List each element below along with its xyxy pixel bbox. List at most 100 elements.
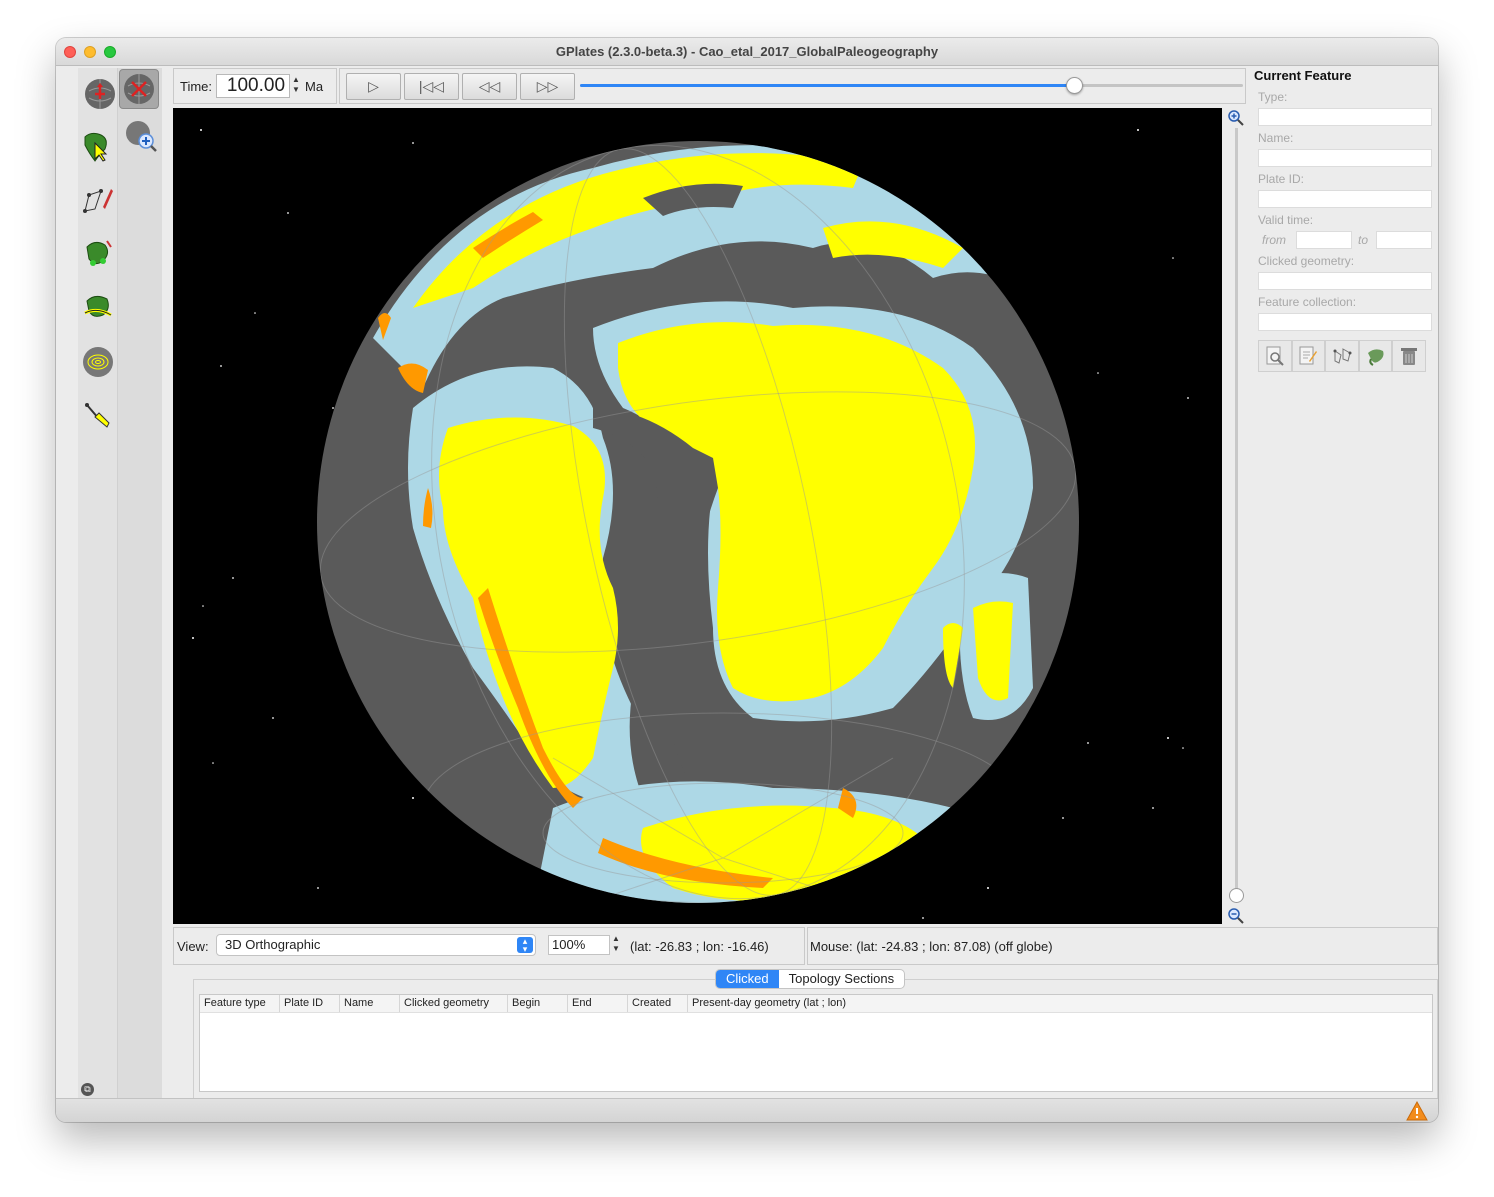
float-palette-icon[interactable]: ⧉ [81,1083,94,1096]
name-field[interactable] [1258,149,1432,167]
status-bar [56,1098,1438,1122]
valid-time-label: Valid time: [1258,213,1314,227]
time-spinner[interactable]: ▲ ▼ [292,75,302,97]
time-label: Time: [180,78,213,94]
choose-feature-tool[interactable] [80,122,116,170]
measure-distance-tool[interactable] [80,392,116,440]
column-begin[interactable]: Begin [508,995,568,1012]
reconstruction-icon [1367,349,1384,366]
play-button[interactable]: ▷ [346,73,401,100]
measure-distance-icon [85,403,110,428]
to-label: to [1358,233,1369,247]
build-topology-icon [84,295,112,317]
window-title: GPlates (2.3.0-beta.3) - Cao_etal_2017_G… [555,44,939,59]
edit-feature-button[interactable] [1291,340,1326,372]
query-feature-icon [1266,346,1284,366]
title-bar: GPlates (2.3.0-beta.3) - Cao_etal_2017_G… [56,38,1438,66]
panel-tabs: Clicked Topology Sections [715,969,906,989]
feature-actions [1258,340,1426,372]
column-present-day-geometry[interactable]: Present-day geometry (lat ; lon) [688,995,1432,1012]
feature-collection-field[interactable] [1258,313,1432,331]
digitise-geometry-icon [83,189,113,213]
small-circle-tool[interactable] [80,338,116,386]
reset-to-start-button[interactable]: |◁◁ [404,73,459,100]
feature-table-panel: Clicked Topology Sections Feature type P… [173,967,1438,1098]
column-name[interactable]: Name [340,995,400,1012]
zoom-percent-input[interactable]: 100% [548,935,610,955]
tool-palette-secondary: ⧉ ✕ [118,68,189,1098]
query-feature-button[interactable] [1258,340,1292,372]
mouse-position-bar: Mouse: (lat: -24.83 ; lon: 87.08) (off g… [807,927,1438,965]
clicked-geometry-label: Clicked geometry: [1258,254,1355,268]
camera-coordinates: (lat: -26.83 ; lon: -16.46) [630,939,769,954]
delete-feature-icon [1401,348,1418,365]
warning-icon[interactable] [1406,1101,1428,1121]
step-forward-icon: ▷▷ [536,78,559,94]
projection-value: 3D Orthographic [225,937,321,952]
view-label: View: [177,939,209,954]
plate-id-field[interactable] [1258,190,1432,208]
animation-controls: ▷ |◁◁ ◁◁ ▷▷ [339,68,1246,104]
view-bar: View: 3D Orthographic ▴ ▾ 100% ▲ ▼ (lat: -… [173,927,805,965]
tab-topology-sections[interactable]: Topology Sections [779,970,905,988]
zoom-globe-tool[interactable] [121,116,161,156]
valid-time-from-field[interactable] [1296,231,1352,249]
clicked-geometry-field[interactable] [1258,272,1432,290]
time-unit: Ma [305,78,324,94]
column-created[interactable]: Created [628,995,688,1012]
time-input[interactable]: 100.00 [216,74,291,98]
step-back-button[interactable]: ◁◁ [462,73,517,100]
drag-globe-tool[interactable] [80,74,120,114]
zoom-slider[interactable] [1226,108,1248,924]
zoom-out-icon[interactable] [1228,908,1244,924]
select-chevron-icon: ▴ ▾ [517,937,533,954]
time-slider[interactable] [580,77,1243,94]
step-forward-button[interactable]: ▷▷ [520,73,575,100]
from-label: from [1262,233,1286,247]
build-topology-tool[interactable] [80,284,116,332]
name-label: Name: [1258,131,1294,145]
zoom-globe-icon [126,121,157,152]
choose-feature-icon [84,132,108,162]
move-vertex-tool[interactable] [80,230,116,278]
digitise-geometry-tool[interactable] [80,176,116,224]
current-feature-title: Current Feature [1254,68,1352,83]
zoom-handle[interactable] [1229,888,1244,903]
tab-clicked[interactable]: Clicked [716,970,779,988]
zoom-spinner[interactable]: ▲ ▼ [612,934,622,954]
type-field[interactable] [1258,108,1432,126]
paleogeography [319,144,1077,903]
mouse-coordinates: Mouse: (lat: -24.83 ; lon: 87.08) (off g… [810,939,1053,954]
tool-palette: ⧉ [78,68,118,1098]
delete-feature-button[interactable] [1392,340,1426,372]
zoom-in-icon[interactable] [1228,110,1244,126]
small-circle-icon [83,347,113,377]
clone-geometry-button[interactable] [1325,340,1359,372]
time-slider-handle[interactable] [1065,77,1083,94]
reset-to-start-icon: |◁◁ [418,78,445,94]
clicked-features-table[interactable]: Feature type Plate ID Name Clicked geome… [199,994,1433,1092]
rotate-globe-icon [124,74,154,104]
feature-collection-label: Feature collection: [1258,295,1357,309]
move-vertex-icon [86,240,112,266]
globe-render [192,129,1189,919]
column-plate-id[interactable]: Plate ID [280,995,340,1012]
clone-geometry-icon [1333,348,1352,364]
zoom-track [1235,128,1238,898]
time-slider-fill [580,84,1074,87]
column-end[interactable]: End [568,995,628,1012]
drag-globe-tool-selected[interactable] [119,69,159,109]
reconstruction-button[interactable] [1358,340,1393,372]
valid-time-to-field[interactable] [1376,231,1432,249]
gplates-window: GPlates (2.3.0-beta.3) - Cao_etal_2017_G… [56,38,1438,1122]
globe-canvas[interactable] [173,108,1222,924]
play-icon: ▷ [368,78,379,94]
projection-select[interactable]: 3D Orthographic ▴ ▾ [216,934,536,956]
column-clicked-geometry[interactable]: Clicked geometry [400,995,508,1012]
table-header: Feature type Plate ID Name Clicked geome… [200,995,1432,1013]
plate-id-label: Plate ID: [1258,172,1305,186]
step-back-icon: ◁◁ [478,78,501,94]
time-control: Time: 100.00 ▲ ▼ Ma [173,68,337,104]
column-feature-type[interactable]: Feature type [200,995,280,1012]
type-label: Type: [1258,90,1288,104]
